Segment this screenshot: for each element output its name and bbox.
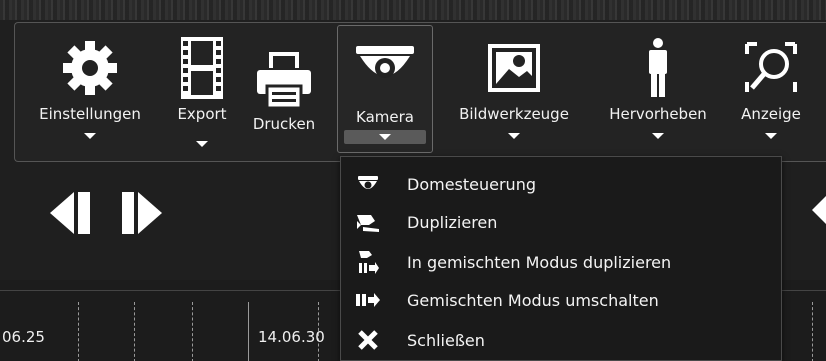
- dome-camera-icon: [355, 171, 381, 197]
- magnifier-icon: [725, 35, 817, 101]
- duplicate-camera-icon: [355, 209, 381, 235]
- toolbar-label-image-tools: Bildwerkzeuge: [459, 105, 569, 123]
- toolbar-button-settings[interactable]: Einstellungen: [21, 23, 159, 163]
- menu-item-toggle-mixed-mode[interactable]: Gemischten Modus umschalten: [341, 281, 781, 319]
- chevron-down-icon: [652, 133, 664, 139]
- menu-item-close[interactable]: Schließen: [341, 321, 781, 359]
- playback-nav: [46, 188, 176, 238]
- toolbar-button-export[interactable]: Export: [167, 23, 237, 163]
- menu-item-label: Duplizieren: [407, 212, 498, 232]
- toolbar-button-view[interactable]: Anzeige: [725, 23, 817, 163]
- dome-camera-icon: [338, 34, 432, 100]
- close-icon: [355, 327, 381, 353]
- timeline-tick: [192, 302, 193, 361]
- timeline-tick: [78, 302, 79, 361]
- person-icon: [595, 35, 721, 101]
- toolbar-label-export: Export: [177, 105, 227, 123]
- toolbar-label-highlight: Hervorheben: [609, 105, 707, 123]
- menu-item-label: Gemischten Modus umschalten: [407, 290, 659, 310]
- step-back-icon[interactable]: [50, 192, 90, 234]
- menu-item-duplicate-mixed-mode[interactable]: In gemischten Modus duplizieren: [341, 243, 781, 281]
- timeline-tick: [248, 302, 249, 361]
- toolbar-button-print[interactable]: Drucken: [243, 23, 325, 163]
- duplicate-mixed-mode-icon: [355, 249, 381, 275]
- menu-item-duplicate[interactable]: Duplizieren: [341, 203, 781, 241]
- image-tools-icon: [437, 35, 591, 101]
- chevron-down-icon: [379, 134, 391, 140]
- toolbar-label-view: Anzeige: [741, 105, 801, 123]
- mixed-mode-toggle-icon: [355, 287, 381, 313]
- camera-dropdown-menu: Domesteuerung Duplizieren In gemischten …: [340, 156, 782, 361]
- timeline-tick: [134, 302, 135, 361]
- menu-item-dome-control[interactable]: Domesteuerung: [341, 165, 781, 203]
- menu-item-label: Schließen: [407, 330, 485, 350]
- menu-item-label: Domesteuerung: [407, 174, 536, 194]
- scroll-left-icon[interactable]: [812, 190, 826, 234]
- chevron-down-icon: [508, 133, 520, 139]
- toolbar-label-print: Drucken: [252, 115, 316, 133]
- timeline-label: 14.06.30: [258, 328, 325, 346]
- timeline-label: 06.25: [2, 328, 45, 346]
- gear-icon: [21, 35, 159, 101]
- film-strip-icon: [167, 35, 237, 101]
- step-forward-icon[interactable]: [122, 192, 162, 234]
- timeline-tick: [812, 302, 813, 361]
- main-toolbar: Einstellungen Export Drucken Kamera Bild…: [14, 22, 826, 162]
- toolbar-label-camera: Kamera: [356, 108, 414, 126]
- menu-item-label: In gemischten Modus duplizieren: [407, 252, 672, 272]
- toolbar-button-highlight[interactable]: Hervorheben: [595, 23, 721, 163]
- toolbar-button-camera[interactable]: Kamera: [337, 25, 433, 153]
- video-strip: [0, 0, 826, 20]
- chevron-down-icon: [84, 133, 96, 139]
- printer-icon: [243, 47, 325, 113]
- screen: Einstellungen Export Drucken Kamera Bild…: [0, 0, 826, 361]
- toolbar-button-image-tools[interactable]: Bildwerkzeuge: [437, 23, 591, 163]
- chevron-down-icon: [196, 141, 208, 147]
- chevron-down-icon: [765, 133, 777, 139]
- toolbar-label-settings: Einstellungen: [39, 105, 141, 123]
